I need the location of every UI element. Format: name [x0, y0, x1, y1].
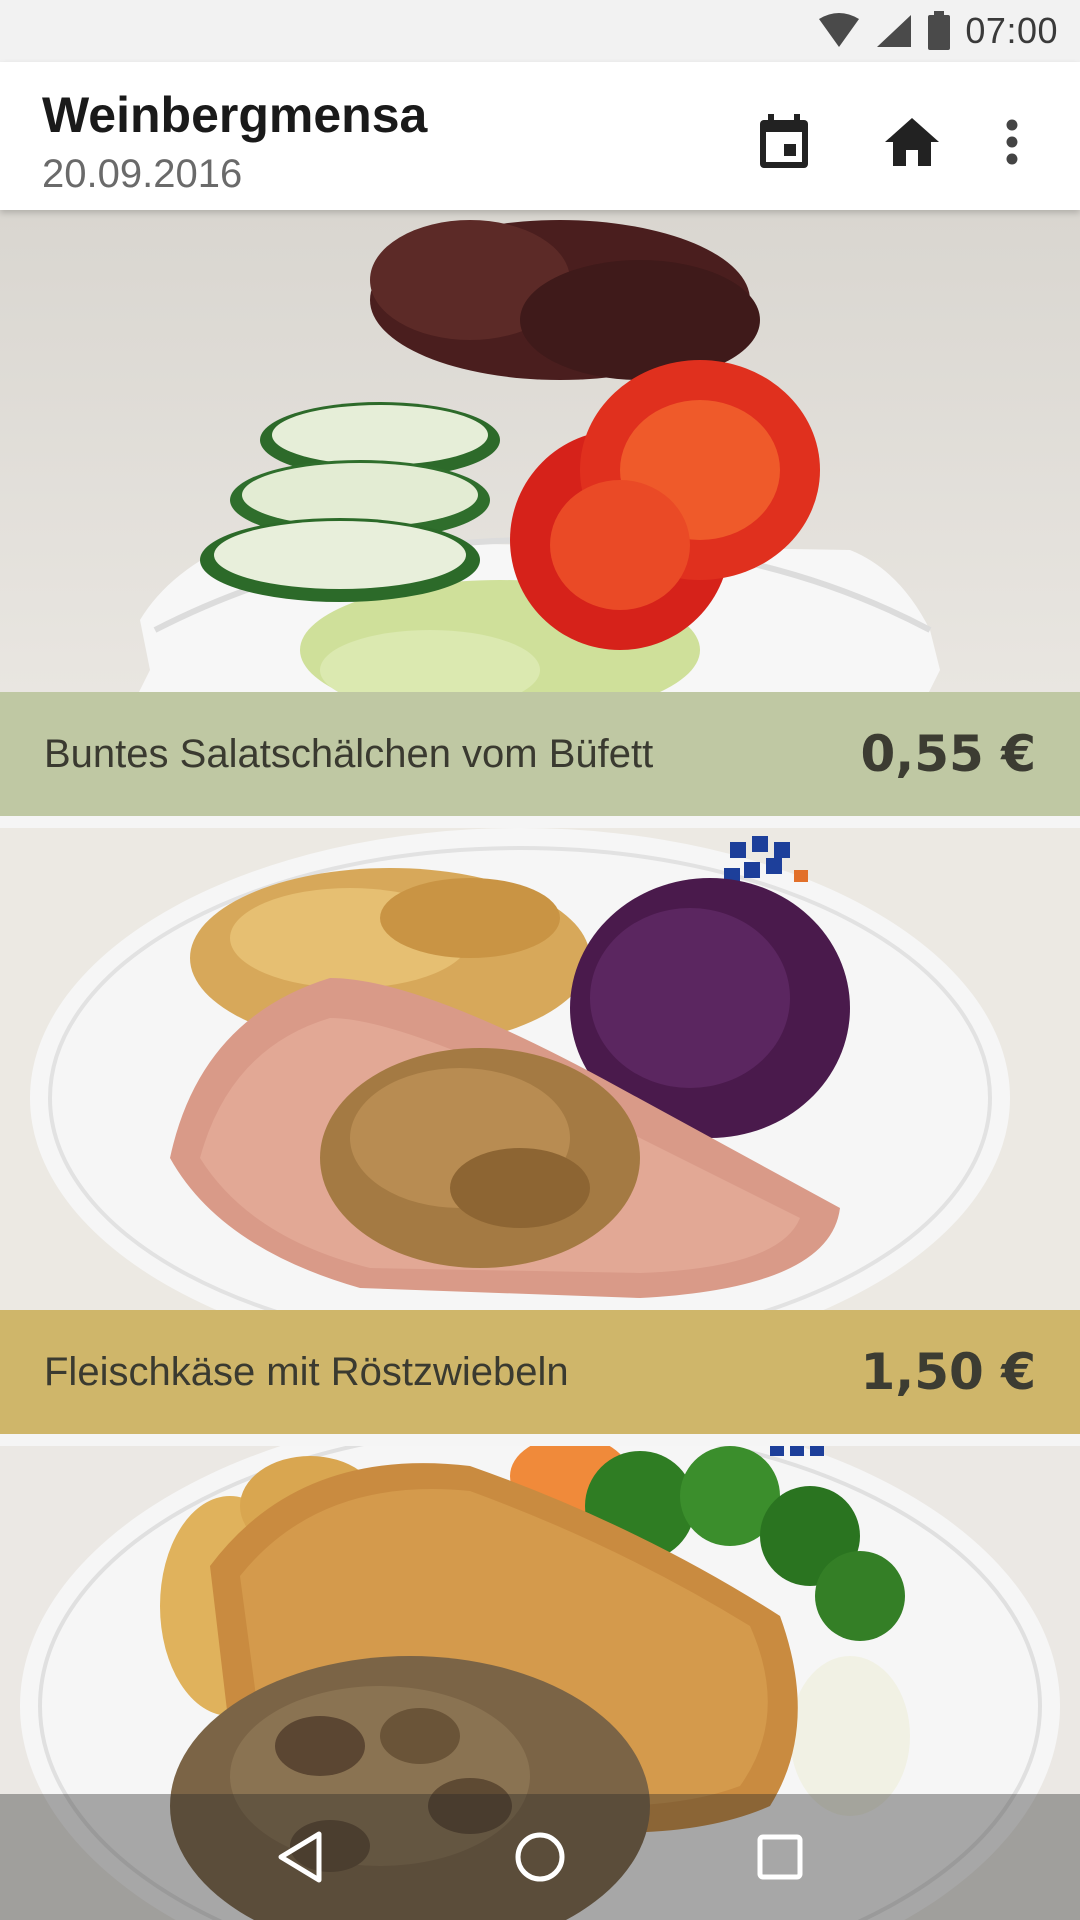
meal-info-bar: Fleischkäse mit Röstzwiebeln 1,50 €: [0, 1310, 1080, 1434]
meal-photo-meatloaf: [0, 828, 1080, 1310]
back-icon: [278, 1831, 322, 1883]
home-nav-button[interactable]: [495, 1812, 585, 1902]
more-vert-icon: [1006, 119, 1018, 165]
system-navigation-bar: [0, 1794, 1080, 1920]
wifi-icon: [817, 13, 861, 49]
page-title: Weinbergmensa: [42, 87, 428, 143]
meal-card[interactable]: Buntes Salatschälchen vom Büfett 0,55 €: [0, 210, 1080, 816]
home-circle-icon: [515, 1832, 565, 1882]
back-button[interactable]: [255, 1812, 345, 1902]
overflow-menu-button[interactable]: [982, 102, 1042, 182]
home-button[interactable]: [872, 102, 952, 182]
calendar-icon: [760, 114, 808, 168]
signal-icon: [875, 13, 913, 49]
recents-icon: [757, 1834, 803, 1880]
status-time: 07:00: [965, 10, 1058, 51]
page-date: 20.09.2016: [42, 152, 243, 196]
meal-photo-salad: [0, 210, 1080, 692]
meal-list[interactable]: Buntes Salatschälchen vom Büfett 0,55 €: [0, 210, 1080, 1920]
battery-icon: [927, 11, 951, 51]
meal-price: 0,55 €: [860, 725, 1036, 783]
meal-info-bar: Buntes Salatschälchen vom Büfett 0,55 €: [0, 692, 1080, 816]
meal-name: Buntes Salatschälchen vom Büfett: [44, 731, 654, 776]
home-icon: [885, 118, 939, 166]
app-bar: Weinbergmensa 20.09.2016: [0, 62, 1080, 210]
status-bar: 07:00: [0, 0, 1080, 62]
calendar-button[interactable]: [744, 102, 824, 182]
meal-card[interactable]: Fleischkäse mit Röstzwiebeln 1,50 €: [0, 828, 1080, 1434]
recents-button[interactable]: [735, 1812, 825, 1902]
meal-price: 1,50 €: [860, 1343, 1036, 1401]
meal-name: Fleischkäse mit Röstzwiebeln: [44, 1349, 569, 1394]
